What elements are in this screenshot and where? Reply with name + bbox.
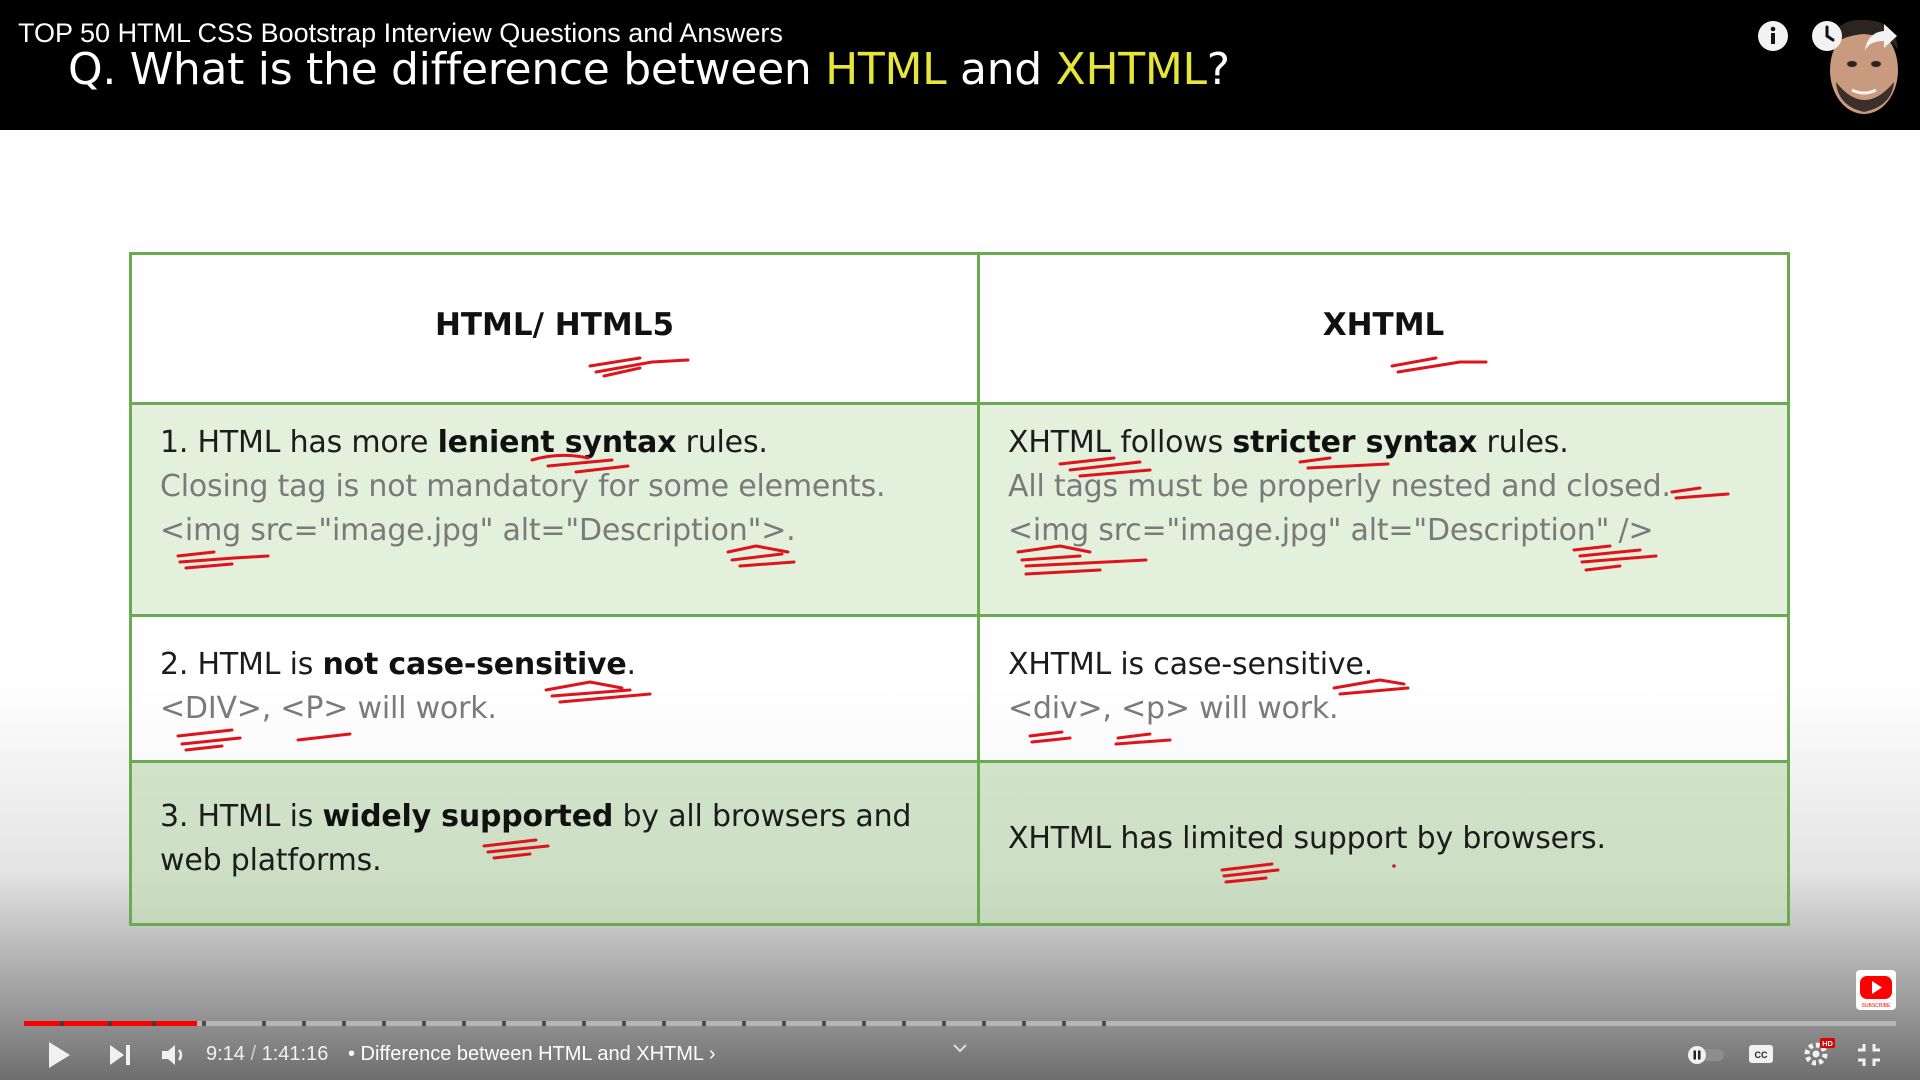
time-separator: / — [244, 1043, 262, 1065]
table-row: 2. HTML is not case-sensitive. <DIV>, <P… — [132, 617, 1787, 763]
chapter-marker — [942, 1021, 946, 1026]
row1-html-line2: Closing tag is not mandatory for some el… — [160, 469, 886, 504]
chapter-marker — [60, 1021, 64, 1026]
chapter-marker — [782, 1021, 786, 1026]
chapter-marker — [702, 1021, 706, 1026]
text: . — [626, 647, 637, 682]
chapter-marker — [1022, 1021, 1026, 1026]
row2-xhtml-line1: XHTML is case-sensitive. — [1008, 647, 1373, 682]
subscribe-label: SUBSCRIBE — [1862, 1003, 1892, 1009]
row1-html-cell: 1. HTML has more lenient syntax rules. C… — [132, 405, 980, 614]
chevron-down-icon[interactable] — [952, 1042, 968, 1054]
next-icon[interactable] — [108, 1043, 132, 1067]
chapter-marker — [302, 1021, 306, 1026]
table-row: 1. HTML has more lenient syntax rules. C… — [132, 405, 1787, 617]
chapter-marker — [202, 1021, 206, 1026]
progress-bar[interactable] — [24, 1021, 1896, 1026]
chapter-marker — [742, 1021, 746, 1026]
question-mid: and — [946, 44, 1056, 95]
question-prefix: Q. What is the difference between — [68, 44, 826, 95]
play-icon[interactable] — [46, 1040, 72, 1070]
chapter-marker — [662, 1021, 666, 1026]
share-arrow-icon[interactable] — [1864, 22, 1898, 52]
header-cell-xhtml: XHTML — [980, 255, 1787, 402]
row1-xhtml-cell: XHTML follows stricter syntax rules. All… — [980, 405, 1787, 614]
chapter-marker — [982, 1021, 986, 1026]
chapter-chevron-icon: › — [708, 1043, 716, 1065]
comparison-table: HTML/ HTML5 XHTML 1. HTML has more lenie… — [129, 252, 1790, 926]
text: by all browsers and — [613, 799, 912, 834]
chapter-marker — [462, 1021, 466, 1026]
row1-html-code: <img src="image.jpg" alt="Description">. — [160, 513, 796, 548]
text: 3. HTML is — [160, 799, 323, 834]
text: XHTML follows — [1008, 425, 1233, 460]
question-suffix: ? — [1206, 44, 1230, 95]
chapter-marker — [582, 1021, 586, 1026]
chapter-title[interactable]: • Difference between HTML and XHTML › — [348, 1043, 716, 1066]
header-cell-html: HTML/ HTML5 — [132, 255, 980, 402]
row3-html-line2: web platforms. — [160, 843, 382, 878]
table-row: 3. HTML is widely supported by all brows… — [132, 763, 1787, 923]
duration: 1:41:16 — [261, 1043, 329, 1065]
chapter-marker — [622, 1021, 626, 1026]
info-icon[interactable] — [1757, 20, 1789, 52]
table-header-row: HTML/ HTML5 XHTML — [132, 255, 1787, 405]
text: rules. — [1477, 425, 1569, 460]
chapter-label: • Difference between HTML and XHTML — [348, 1043, 704, 1065]
time-display: 9:14 / 1:41:16 — [206, 1043, 328, 1066]
chapter-marker — [1062, 1021, 1066, 1026]
chapter-marker — [108, 1021, 112, 1026]
volume-icon[interactable] — [160, 1042, 188, 1068]
clock-icon[interactable] — [1811, 20, 1843, 52]
row1-xhtml-line2: All tags must be properly nested and clo… — [1008, 469, 1671, 504]
chapter-marker — [422, 1021, 426, 1026]
row3-html-cell: 3. HTML is widely supported by all brows… — [132, 763, 980, 923]
header-xhtml: XHTML — [1322, 307, 1445, 343]
slide-question: Q. What is the difference between HTML a… — [68, 44, 1230, 95]
chapter-marker — [1102, 1021, 1106, 1026]
chapter-marker — [862, 1021, 866, 1026]
row2-xhtml-cell: XHTML is case-sensitive. <div>, <p> will… — [980, 617, 1787, 760]
autoplay-toggle-icon[interactable] — [1686, 1044, 1726, 1066]
row2-html-line1: 2. HTML is not case-sensitive. — [160, 647, 636, 682]
video-player[interactable]: TOP 50 HTML CSS Bootstrap Interview Ques… — [0, 0, 1920, 1080]
chapter-marker — [902, 1021, 906, 1026]
row3-xhtml-cell: XHTML has limited support by browsers. — [980, 763, 1787, 923]
exit-fullscreen-icon[interactable] — [1856, 1042, 1882, 1068]
text: 2. HTML is — [160, 647, 323, 682]
current-time: 9:14 — [206, 1043, 245, 1065]
bold-term: widely supported — [322, 799, 614, 834]
chapter-marker — [542, 1021, 546, 1026]
row1-html-line1: 1. HTML has more lenient syntax rules. — [160, 425, 768, 460]
chapter-marker — [502, 1021, 506, 1026]
chapter-marker — [262, 1021, 266, 1026]
row1-xhtml-code: <img src="image.jpg" alt="Description" /… — [1008, 513, 1654, 548]
cc-label: CC — [1755, 1050, 1768, 1060]
chapter-marker — [342, 1021, 346, 1026]
gear-icon[interactable]: HD — [1802, 1036, 1836, 1068]
bold-term: lenient syntax — [437, 425, 677, 460]
chapter-marker — [382, 1021, 386, 1026]
hd-badge: HD — [1822, 1039, 1833, 1048]
chapter-marker — [152, 1021, 156, 1026]
text: rules. — [676, 425, 768, 460]
header-html: HTML/ HTML5 — [434, 307, 675, 343]
bold-term: stricter syntax — [1232, 425, 1478, 460]
row2-html-code: <DIV>, <P> will work. — [160, 691, 497, 726]
row1-xhtml-line1: XHTML follows stricter syntax rules. — [1008, 425, 1569, 460]
cc-icon[interactable]: CC — [1748, 1043, 1774, 1065]
question-term-xhtml: XHTML — [1055, 44, 1207, 95]
question-term-html: HTML — [825, 44, 947, 95]
text: 1. HTML has more — [160, 425, 438, 460]
youtube-logo-icon: SUBSCRIBE — [1860, 976, 1892, 1009]
subscribe-watermark[interactable]: SUBSCRIBE — [1856, 970, 1896, 1010]
bold-term: not case-sensitive — [322, 647, 627, 682]
row3-html-line1: 3. HTML is widely supported by all brows… — [160, 799, 911, 834]
row2-xhtml-code: <div>, <p> will work. — [1008, 691, 1339, 726]
row3-xhtml-line1: XHTML has limited support by browsers. — [1008, 821, 1606, 856]
chapter-marker — [822, 1021, 826, 1026]
row2-html-cell: 2. HTML is not case-sensitive. <DIV>, <P… — [132, 617, 980, 760]
